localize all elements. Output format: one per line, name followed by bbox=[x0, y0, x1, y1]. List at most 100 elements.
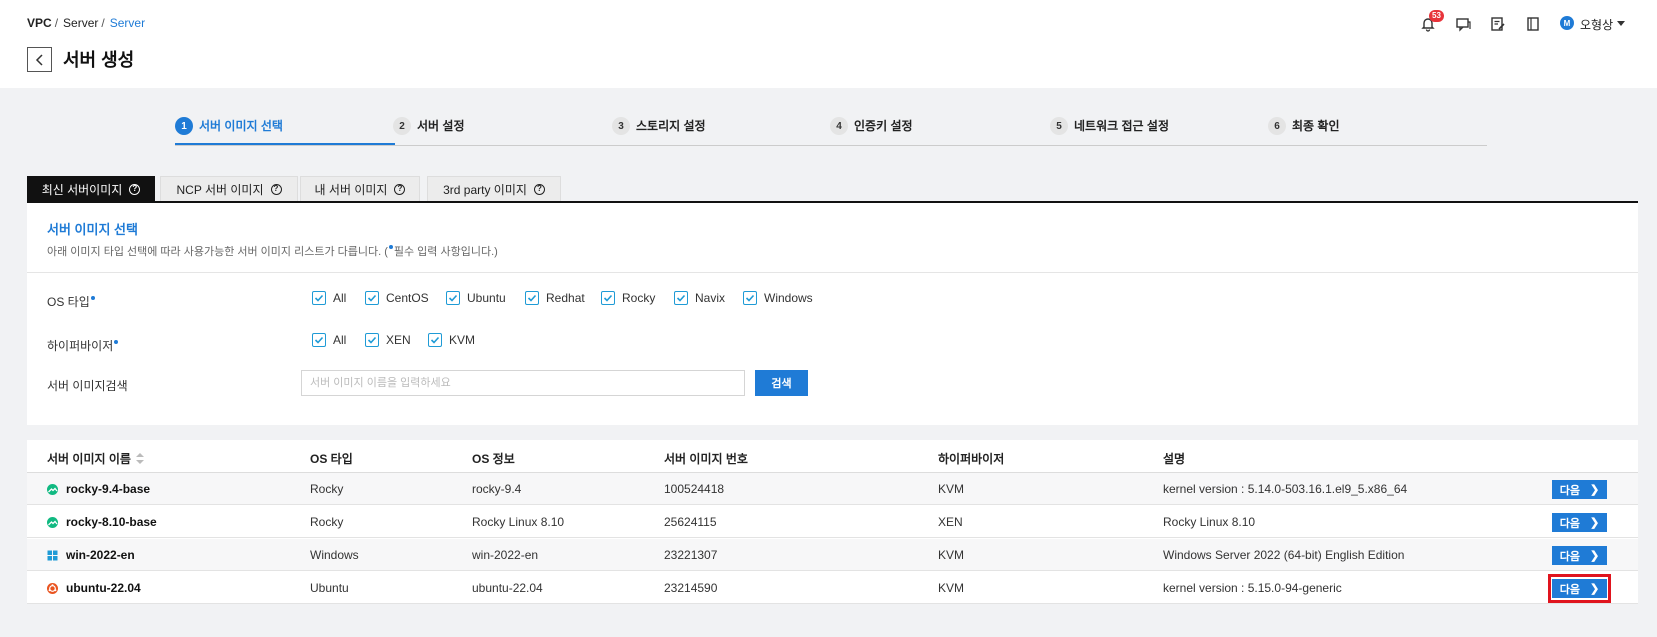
help-icon[interactable]: ? bbox=[533, 183, 545, 195]
os-checkbox-redhat[interactable]: Redhat bbox=[525, 291, 585, 305]
tab-label: 최신 서버이미지 bbox=[41, 182, 123, 197]
step-4: 4 인증키 설정 bbox=[830, 117, 913, 145]
step-number: 1 bbox=[175, 117, 193, 135]
label-text: 하이퍼바이저 bbox=[47, 339, 114, 353]
help-icon[interactable]: ? bbox=[394, 183, 406, 195]
cell-hypervisor: KVM bbox=[938, 548, 965, 562]
memo-button[interactable] bbox=[1488, 14, 1508, 34]
button-label: 다음 bbox=[1559, 583, 1581, 596]
step-label: 스토리지 설정 bbox=[636, 119, 706, 133]
desc-text: 필수 입력 사항입니다.) bbox=[393, 246, 498, 258]
step-3: 3 스토리지 설정 bbox=[612, 117, 706, 145]
image-table: 서버 이미지 이름 OS 타입 OS 정보 서버 이미지 번호 하이퍼바이저 설… bbox=[27, 440, 1638, 604]
checkbox-checked-icon bbox=[312, 291, 326, 305]
tab-ncp-images[interactable]: NCP 서버 이미지? bbox=[160, 176, 298, 201]
desc-text: 아래 이미지 타입 선택에 따라 사용가능한 서버 이미지 리스트가 다릅니다.… bbox=[47, 246, 388, 258]
chat-icon bbox=[1456, 18, 1471, 32]
cell-name: win-2022-en bbox=[47, 548, 135, 562]
step-progress: 1 서버 이미지 선택 2 서버 설정 3 스토리지 설정 4 인증키 설정 5 네트워크… bbox=[175, 114, 1487, 146]
guide-button[interactable] bbox=[1523, 14, 1543, 34]
tab-label: 3rd party 이미지 bbox=[443, 182, 527, 197]
chevron-right-icon: ❯ bbox=[1590, 583, 1600, 595]
breadcrumb-separator: / bbox=[54, 16, 59, 30]
cell-description: kernel version : 5.14.0-503.16.1.el9_5.x… bbox=[1163, 482, 1408, 496]
table-row[interactable]: rocky-9.4-base Rocky rocky-9.4 100524418… bbox=[27, 473, 1638, 505]
next-button[interactable]: 다음 ❯ bbox=[1552, 546, 1607, 565]
step-number: 4 bbox=[830, 117, 848, 135]
image-name: ubuntu-22.04 bbox=[66, 581, 141, 595]
required-dot-icon bbox=[114, 340, 119, 344]
os-checkbox-rocky[interactable]: Rocky bbox=[601, 291, 655, 305]
checkbox-checked-icon bbox=[312, 333, 326, 347]
tab-3rd-party-images[interactable]: 3rd party 이미지? bbox=[427, 176, 561, 201]
panel-description: 아래 이미지 타입 선택에 따라 사용가능한 서버 이미지 리스트가 다릅니다.… bbox=[47, 243, 498, 259]
cell-image-no: 25624115 bbox=[664, 515, 717, 529]
os-checkbox-windows[interactable]: Windows bbox=[743, 291, 813, 305]
sort-icon[interactable] bbox=[135, 452, 144, 467]
checkbox-checked-icon bbox=[428, 333, 442, 347]
cell-hypervisor: XEN bbox=[938, 515, 963, 529]
hv-checkbox-all[interactable]: All bbox=[312, 333, 346, 347]
help-icon[interactable]: ? bbox=[129, 183, 141, 195]
image-name: win-2022-en bbox=[66, 548, 135, 562]
edit-note-icon bbox=[1491, 17, 1505, 31]
breadcrumb: VPC / Server / Server bbox=[27, 16, 145, 30]
os-checkbox-ubuntu[interactable]: Ubuntu bbox=[446, 291, 506, 305]
os-type-label: OS 타입 bbox=[47, 293, 96, 310]
hv-checkbox-xen[interactable]: XEN bbox=[365, 333, 411, 347]
cell-os-type: Rocky bbox=[310, 482, 344, 496]
hv-checkbox-kvm[interactable]: KVM bbox=[428, 333, 475, 347]
user-avatar[interactable]: M bbox=[1560, 16, 1574, 30]
next-button[interactable]: 다음 ❯ bbox=[1552, 480, 1607, 499]
table-row[interactable]: rocky-8.10-base Rocky Rocky Linux 8.10 2… bbox=[27, 506, 1638, 538]
cell-os-type: Windows bbox=[310, 548, 359, 562]
checkbox-checked-icon bbox=[743, 291, 757, 305]
breadcrumb-server[interactable]: Server bbox=[63, 16, 98, 30]
breadcrumb-separator: / bbox=[101, 16, 105, 30]
cell-image-no: 23221307 bbox=[664, 548, 718, 562]
next-button[interactable]: 다음 ❯ bbox=[1552, 513, 1607, 532]
step-number: 3 bbox=[612, 117, 630, 135]
checkbox-label: CentOS bbox=[386, 291, 429, 305]
rocky-icon bbox=[47, 516, 58, 528]
search-button[interactable]: 검색 bbox=[755, 370, 808, 396]
step-label: 최종 확인 bbox=[1292, 119, 1340, 133]
cell-hypervisor: KVM bbox=[938, 482, 965, 496]
table-row[interactable]: win-2022-en Windows win-2022-en 23221307… bbox=[27, 539, 1638, 571]
book-icon bbox=[1527, 17, 1539, 31]
chat-button[interactable] bbox=[1453, 14, 1473, 34]
notification-badge: 53 bbox=[1429, 10, 1444, 22]
checkbox-label: KVM bbox=[449, 333, 476, 347]
active-step-indicator bbox=[175, 143, 395, 145]
tab-latest-images[interactable]: 최신 서버이미지? bbox=[27, 176, 155, 201]
step-label: 서버 이미지 선택 bbox=[199, 119, 283, 133]
next-button[interactable]: 다음 ❯ bbox=[1552, 579, 1607, 598]
tab-my-images[interactable]: 내 서버 이미지? bbox=[300, 176, 420, 201]
step-1: 1 서버 이미지 선택 bbox=[175, 117, 283, 145]
table-row[interactable]: ubuntu-22.04 Ubuntu ubuntu-22.04 2321459… bbox=[27, 572, 1638, 604]
checkbox-checked-icon bbox=[365, 333, 379, 347]
os-checkbox-all[interactable]: All bbox=[312, 291, 346, 305]
user-name[interactable]: 오형상 bbox=[1580, 16, 1613, 33]
caret-down-icon[interactable] bbox=[1617, 21, 1625, 26]
step-number: 5 bbox=[1050, 117, 1068, 135]
checkbox-label: XEN bbox=[386, 333, 411, 347]
tab-label: NCP 서버 이미지 bbox=[176, 182, 264, 197]
button-label: 다음 bbox=[1559, 484, 1581, 497]
table-header: 서버 이미지 이름 OS 타입 OS 정보 서버 이미지 번호 하이퍼바이저 설… bbox=[27, 440, 1638, 473]
ubuntu-icon bbox=[47, 582, 58, 594]
back-button[interactable] bbox=[27, 47, 52, 72]
windows-icon bbox=[47, 550, 58, 561]
breadcrumb-current: Server bbox=[109, 16, 146, 30]
image-search-input[interactable] bbox=[301, 370, 745, 396]
checkbox-label: Ubuntu bbox=[467, 291, 506, 305]
breadcrumb-vpc[interactable]: VPC bbox=[27, 16, 52, 30]
checkbox-checked-icon bbox=[674, 291, 688, 305]
button-label: 다음 bbox=[1559, 517, 1581, 530]
column-header-name[interactable]: 서버 이미지 이름 bbox=[47, 450, 144, 467]
help-icon[interactable]: ? bbox=[270, 183, 282, 195]
os-checkbox-navix[interactable]: Navix bbox=[674, 291, 725, 305]
rocky-icon bbox=[47, 483, 58, 495]
cell-os-info: rocky-9.4 bbox=[472, 482, 522, 496]
os-checkbox-centos[interactable]: CentOS bbox=[365, 291, 429, 305]
